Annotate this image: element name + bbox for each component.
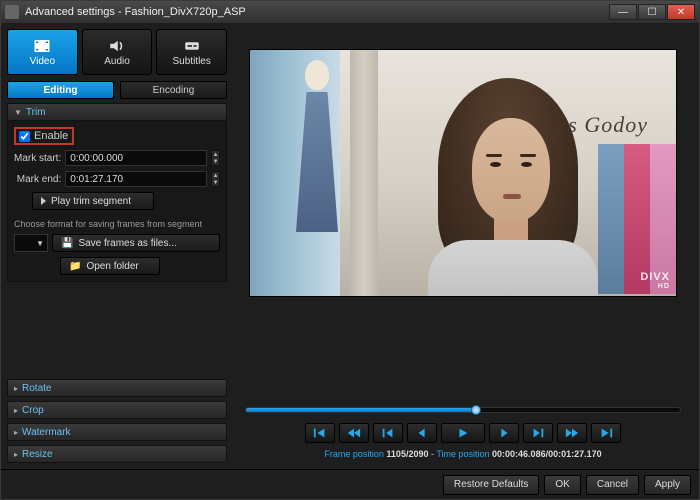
play-trim-segment-button[interactable]: Play trim segment (32, 192, 154, 210)
section-resize-header[interactable]: ▸Resize (7, 445, 227, 463)
subtitles-icon (183, 38, 201, 54)
window-title: Advanced settings - Fashion_DivX720p_ASP (25, 6, 246, 18)
chevron-right-icon: ▸ (14, 406, 18, 415)
chevron-right-icon: ▸ (14, 450, 18, 459)
step-forward-button[interactable] (489, 423, 519, 443)
video-preview[interactable]: s Godoy DIVXHD (249, 49, 677, 297)
section-crop-header[interactable]: ▸Crop (7, 401, 227, 419)
audio-icon (108, 38, 126, 54)
rewind-button[interactable] (339, 423, 369, 443)
mark-end-input[interactable] (65, 171, 207, 187)
format-dropdown[interactable]: ▼ (14, 234, 48, 252)
preview-frame: s Godoy (250, 50, 676, 296)
next-frame-button[interactable] (523, 423, 553, 443)
choose-format-label: Choose format for saving frames from seg… (14, 219, 220, 229)
section-rotate-header[interactable]: ▸Rotate (7, 379, 227, 397)
main-panel: s Godoy DIVXHD (233, 29, 693, 463)
section-trim-header[interactable]: ▼ Trim (7, 103, 227, 121)
cancel-button[interactable]: Cancel (586, 475, 639, 495)
save-frames-button[interactable]: 💾 Save frames as files... (52, 234, 220, 252)
mark-start-label: Mark start: (14, 153, 61, 164)
mark-start-input[interactable] (65, 150, 207, 166)
fast-forward-button[interactable] (557, 423, 587, 443)
subtab-encoding[interactable]: Encoding (120, 81, 227, 99)
advanced-settings-window: Advanced settings - Fashion_DivX720p_ASP… (0, 0, 700, 500)
play-icon (41, 197, 46, 205)
go-start-button[interactable] (305, 423, 335, 443)
footer: Restore Defaults OK Cancel Apply (1, 469, 699, 499)
video-icon (33, 38, 51, 54)
sidebar: Video Audio Subtitles Editing Encoding ▼ (7, 29, 227, 463)
enable-label: Enable (34, 130, 68, 142)
position-readout: Frame position 1105/2090 - Time position… (245, 449, 681, 459)
section-trim-body: Enable Mark start: ▲▼ Mark end: ▲▼ (7, 121, 227, 282)
mark-end-spinner[interactable]: ▲▼ (211, 171, 220, 187)
minimize-button[interactable]: — (609, 4, 637, 20)
step-back-button[interactable] (407, 423, 437, 443)
subtab-editing[interactable]: Editing (7, 81, 114, 99)
chevron-right-icon: ▸ (14, 384, 18, 393)
folder-icon: 📁 (69, 261, 81, 272)
maximize-button[interactable]: ☐ (638, 4, 666, 20)
tab-audio[interactable]: Audio (82, 29, 153, 75)
ok-button[interactable]: OK (544, 475, 580, 495)
seek-bar[interactable] (245, 407, 681, 413)
enable-highlight: Enable (14, 127, 74, 145)
mark-start-spinner[interactable]: ▲▼ (211, 150, 220, 166)
app-icon (5, 5, 19, 19)
tab-subtitles[interactable]: Subtitles (156, 29, 227, 75)
chevron-down-icon: ▼ (14, 108, 22, 117)
go-end-button[interactable] (591, 423, 621, 443)
play-button[interactable] (441, 423, 485, 443)
restore-defaults-button[interactable]: Restore Defaults (443, 475, 539, 495)
titlebar[interactable]: Advanced settings - Fashion_DivX720p_ASP… (1, 1, 699, 23)
chevron-right-icon: ▸ (14, 428, 18, 437)
open-folder-button[interactable]: 📁 Open folder (60, 257, 160, 275)
save-icon: 💾 (61, 238, 73, 249)
prev-frame-button[interactable] (373, 423, 403, 443)
seek-thumb[interactable] (471, 405, 481, 415)
mark-end-label: Mark end: (14, 174, 61, 185)
tab-video[interactable]: Video (7, 29, 78, 75)
apply-button[interactable]: Apply (644, 475, 691, 495)
close-button[interactable]: ✕ (667, 4, 695, 20)
divx-watermark: DIVXHD (640, 272, 670, 290)
enable-checkbox[interactable] (19, 131, 30, 142)
section-watermark-header[interactable]: ▸Watermark (7, 423, 227, 441)
